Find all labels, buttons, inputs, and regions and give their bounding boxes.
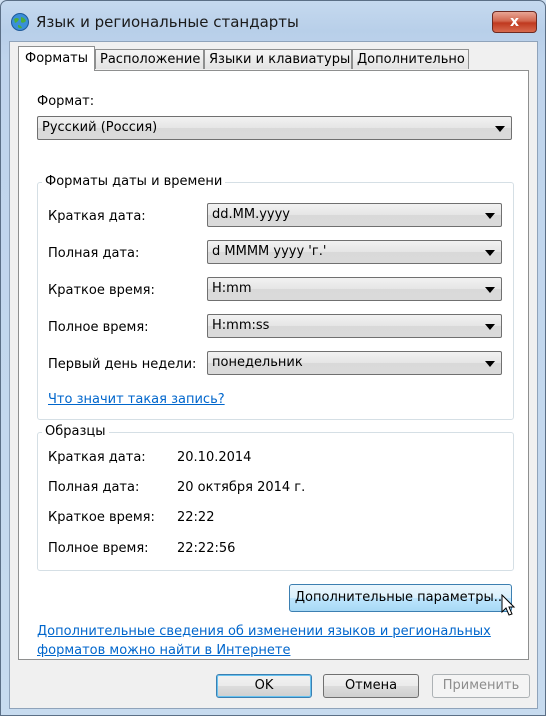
long-date-value: d MMMM yyyy 'г.' <box>212 244 327 259</box>
short-time-select[interactable]: H:mm <box>207 277 502 301</box>
sample-long-date-value: 20 октября 2014 г. <box>177 480 306 495</box>
tab-keyboards-languages[interactable]: Языки и клавиатуры <box>204 49 352 69</box>
tab-formats[interactable]: Форматы <box>18 46 95 71</box>
chevron-down-icon <box>485 324 495 330</box>
dialog-client-area: Форматы Расположение Языки и клавиатуры … <box>9 41 538 709</box>
first-day-label: Первый день недели: <box>48 357 197 372</box>
format-select[interactable]: Русский (Россия) <box>37 116 512 140</box>
long-date-select[interactable]: d MMMM yyyy 'г.' <box>207 240 502 264</box>
additional-settings-button[interactable]: Дополнительные параметры... <box>289 584 512 612</box>
short-time-label: Краткое время: <box>48 283 155 298</box>
samples-group-title: Образцы <box>42 424 109 439</box>
info-link-line2[interactable]: форматов можно найти в Интернете <box>37 643 290 658</box>
dialog-window: Язык и региональные стандарты x Форматы … <box>0 0 546 716</box>
chevron-down-icon <box>495 126 505 132</box>
long-time-value: H:mm:ss <box>212 318 270 333</box>
datetime-group-title: Форматы даты и времени <box>42 174 226 189</box>
close-button[interactable]: x <box>492 11 537 33</box>
sample-long-time-value: 22:22:56 <box>177 541 236 556</box>
short-date-label: Краткая дата: <box>48 209 146 224</box>
notation-help-link[interactable]: Что значит такая запись? <box>48 392 225 407</box>
title-bar[interactable]: Язык и региональные стандарты x <box>1 1 545 41</box>
sample-short-time-label: Краткое время: <box>48 510 155 525</box>
cancel-button[interactable]: Отмена <box>323 674 419 698</box>
ok-button[interactable]: OK <box>216 674 312 698</box>
first-day-select[interactable]: понедельник <box>207 351 502 375</box>
sample-long-time-label: Полное время: <box>48 541 149 556</box>
format-select-value: Русский (Россия) <box>42 120 158 135</box>
sample-short-time-value: 22:22 <box>177 510 215 525</box>
tab-administrative[interactable]: Дополнительно <box>352 49 469 69</box>
window-title: Язык и региональные стандарты <box>36 13 299 31</box>
long-time-label: Полное время: <box>48 320 149 335</box>
globe-icon <box>11 13 29 31</box>
chevron-down-icon <box>485 287 495 293</box>
sample-long-date-label: Полная дата: <box>48 480 140 495</box>
samples-group: Образцы Краткая дата: 20.10.2014 Полная … <box>37 424 514 571</box>
formats-tab-page: Формат: Русский (Россия) Форматы даты и … <box>18 70 529 660</box>
format-label: Формат: <box>37 94 95 109</box>
apply-button[interactable]: Применить <box>432 674 530 698</box>
long-date-label: Полная дата: <box>48 246 140 261</box>
short-date-select[interactable]: dd.MM.yyyy <box>207 203 502 227</box>
first-day-value: понедельник <box>212 355 303 370</box>
long-time-select[interactable]: H:mm:ss <box>207 314 502 338</box>
chevron-down-icon <box>485 361 495 367</box>
tab-location[interactable]: Расположение <box>95 49 204 69</box>
chevron-down-icon <box>485 213 495 219</box>
datetime-formats-group: Форматы даты и времени Краткая дата: dd.… <box>37 174 514 420</box>
sample-short-date-label: Краткая дата: <box>48 450 146 465</box>
mouse-cursor-icon <box>501 594 516 616</box>
short-date-value: dd.MM.yyyy <box>212 207 290 222</box>
short-time-value: H:mm <box>212 281 252 296</box>
sample-short-date-value: 20.10.2014 <box>177 450 252 465</box>
chevron-down-icon <box>485 250 495 256</box>
info-link-line1[interactable]: Дополнительные сведения об изменении язы… <box>37 624 491 639</box>
